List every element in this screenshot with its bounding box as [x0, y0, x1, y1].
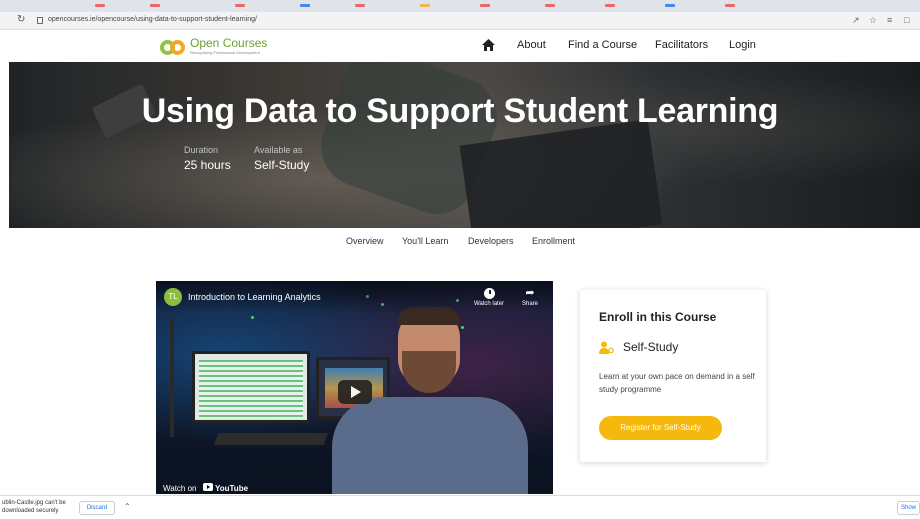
tab-favicon[interactable] [300, 4, 310, 7]
watch-later-button[interactable]: Watch later [469, 288, 509, 307]
video-player[interactable]: TL Introduction to Learning Analytics Wa… [156, 281, 553, 494]
logo-text: Open Courses [190, 36, 268, 50]
share-icon: ➦ [525, 287, 535, 299]
reload-icon[interactable]: ↻ [17, 14, 25, 25]
logo-tagline: Recognising Professional Development [190, 50, 260, 55]
enroll-description: Learn at your own pace on demand in a se… [599, 372, 755, 394]
share-page-icon[interactable]: ↗ [852, 15, 860, 26]
sidebar-icon[interactable]: □ [904, 15, 909, 25]
duration-value: 25 hours [184, 158, 231, 172]
lock-icon[interactable] [37, 17, 43, 24]
browser-address-bar[interactable]: ↻ opencourses.ie/opencourse/using-data-t… [0, 12, 920, 30]
availability-label: Available as [254, 145, 303, 155]
tab-favicon[interactable] [480, 4, 490, 7]
enroll-mode: Self-Study [623, 340, 679, 354]
share-button[interactable]: ➦ Share [516, 287, 544, 308]
show-all-button[interactable]: Show [897, 501, 920, 515]
logo-mark-icon [160, 37, 187, 56]
subnav-enrollment[interactable]: Enrollment [532, 236, 575, 246]
share-label: Share [521, 301, 538, 307]
tab-favicon[interactable] [235, 4, 245, 7]
discard-button[interactable]: Discard [79, 501, 115, 515]
course-title: Using Data to Support Student Learning [141, 92, 779, 130]
browser-tab-strip[interactable] [0, 0, 920, 12]
subnav-overview[interactable]: Overview [346, 236, 384, 246]
tab-favicon[interactable] [725, 4, 735, 7]
register-self-study-button[interactable]: Register for Self-Study [599, 416, 722, 440]
extension-icon[interactable]: ≡ [887, 15, 892, 25]
tab-favicon[interactable] [355, 4, 365, 7]
nav-about[interactable]: About [517, 39, 546, 51]
youtube-logo-icon[interactable] [203, 483, 213, 491]
watch-later-label: Watch later [473, 301, 505, 307]
enroll-card: Enroll in this Course Self-Study Learn a… [580, 290, 766, 462]
tab-favicon[interactable] [605, 4, 615, 7]
nav-login[interactable]: Login [729, 39, 756, 51]
hero-banner [9, 62, 920, 228]
availability-value: Self-Study [254, 158, 310, 172]
tab-favicon[interactable] [420, 4, 430, 7]
video-title[interactable]: Introduction to Learning Analytics [188, 292, 321, 302]
download-warning-text[interactable]: ublin-Castle.jpg can't be downloaded sec… [2, 499, 76, 515]
tab-favicon[interactable] [95, 4, 105, 7]
site-header: Open Courses Recognising Professional De… [0, 30, 920, 62]
nav-facilitators[interactable]: Facilitators [655, 39, 708, 51]
download-bar: ublin-Castle.jpg can't be downloaded sec… [0, 495, 920, 519]
bookmark-star-icon[interactable]: ☆ [869, 15, 877, 26]
tab-favicon[interactable] [665, 4, 675, 7]
watch-on-label[interactable]: Watch on [163, 484, 197, 493]
nav-find-course[interactable]: Find a Course [568, 39, 637, 51]
clock-icon [483, 288, 495, 299]
tab-favicon[interactable] [545, 4, 555, 7]
duration-label: Duration [184, 145, 219, 155]
subnav-youll-learn[interactable]: You'll Learn [402, 236, 448, 246]
chevron-up-icon[interactable]: ⌃ [124, 502, 131, 511]
enroll-title: Enroll in this Course [599, 310, 717, 324]
tab-favicon[interactable] [150, 4, 160, 7]
youtube-wordmark[interactable]: YouTube [215, 484, 248, 493]
address-url[interactable]: opencourses.ie/opencourse/using-data-to-… [48, 16, 257, 23]
channel-avatar[interactable]: TL [164, 288, 182, 306]
play-icon[interactable] [338, 380, 372, 404]
subnav-developers[interactable]: Developers [468, 236, 514, 246]
video-monitor-image [192, 351, 310, 423]
person-icon [599, 341, 614, 354]
home-icon[interactable] [482, 39, 495, 51]
